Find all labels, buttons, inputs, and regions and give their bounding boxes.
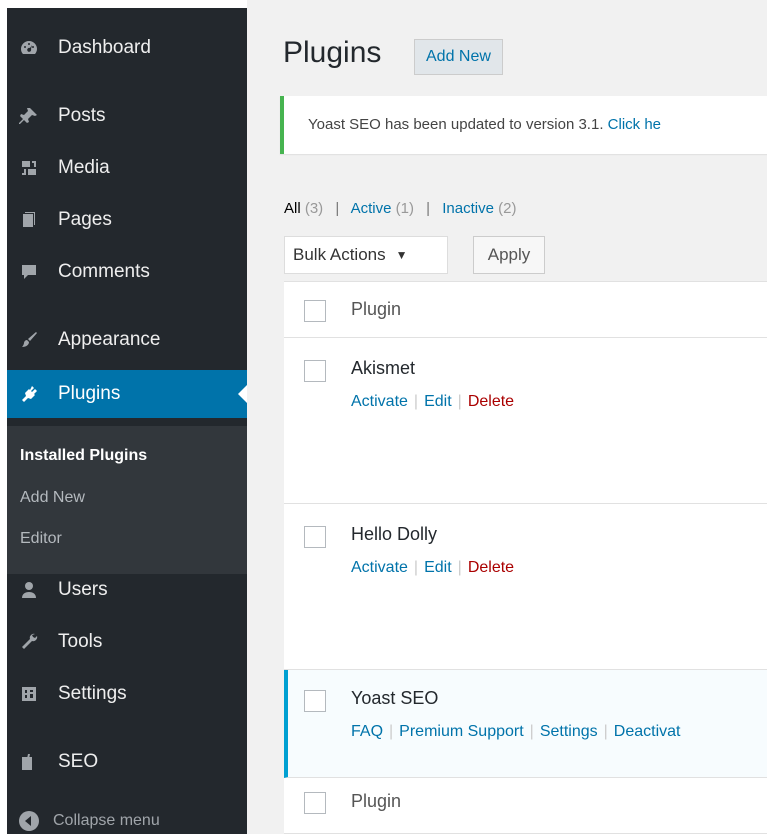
apply-button[interactable]: Apply [473,236,545,274]
menu-item-settings[interactable]: Settings [7,670,247,718]
menu-item-seo[interactable]: SEO [7,738,247,786]
edit-link[interactable]: Edit [424,559,452,576]
faq-link[interactable]: FAQ [351,723,383,740]
notice-link[interactable]: Click he [608,116,661,133]
menu-item-media[interactable]: Media [7,144,247,192]
row-checkbox[interactable] [304,360,326,382]
submenu-installed-plugins[interactable]: Installed Plugins [20,447,147,465]
plugin-row-akismet: Akismet Activate | Edit | Delete [284,338,767,504]
comment-icon [18,261,40,283]
submenu-add-new[interactable]: Add New [20,489,85,507]
table-footer-row: Plugin [284,778,767,834]
menu-item-dashboard[interactable]: Dashboard [7,24,247,72]
view-active[interactable]: Active (1) [351,200,414,217]
column-header-plugin: Plugin [351,299,402,319]
select-all-checkbox[interactable] [304,300,326,322]
page-title: Plugins [283,36,382,69]
dashboard-icon [18,37,40,59]
menu-item-posts[interactable]: Posts [7,92,247,140]
menu-item-appearance[interactable]: Appearance [7,316,247,364]
activate-link[interactable]: Activate [351,559,408,576]
row-checkbox[interactable] [304,690,326,712]
menu-label: Appearance [58,329,161,350]
plug-icon [18,383,40,405]
menu-item-pages[interactable]: Pages [7,196,247,244]
plugin-name: Yoast SEO [351,688,439,708]
separator: | [426,200,431,217]
menu-label: Dashboard [58,37,151,58]
wrench-icon [18,631,40,653]
row-actions: Activate | Edit | Delete [351,559,515,576]
column-footer-plugin: Plugin [351,791,402,811]
main-content: Plugins Add New Yoast SEO has been updat… [247,0,767,835]
table-header-row: Plugin [284,282,767,338]
menu-label: Tools [58,631,103,652]
row-actions: FAQ | Premium Support | Settings | Deactivat [351,723,681,740]
premium-support-link[interactable]: Premium Support [399,723,524,740]
view-inactive[interactable]: Inactive (2) [442,200,516,217]
brush-icon [18,329,40,351]
menu-label: SEO [58,751,99,772]
pages-icon [18,209,40,231]
plugin-row-hello-dolly: Hello Dolly Activate | Edit | Delete [284,504,767,670]
edit-link[interactable]: Edit [424,393,452,410]
menu-item-tools[interactable]: Tools [7,618,247,666]
media-icon [18,157,40,179]
deactivate-link[interactable]: Deactivat [614,723,681,740]
collapse-icon [19,811,39,831]
pin-icon [18,105,40,127]
update-notice: Yoast SEO has been updated to version 3.… [280,96,767,154]
menu-item-plugins[interactable]: Plugins [7,370,248,418]
admin-sidebar: Dashboard Posts Media Pages Comments App… [7,8,248,834]
menu-label: Settings [58,683,127,704]
bulk-actions-select[interactable]: Bulk Actions ▼ [284,236,448,274]
row-checkbox[interactable] [304,526,326,548]
view-all[interactable]: All (3) [284,200,323,217]
delete-link[interactable]: Delete [468,559,514,576]
activate-link[interactable]: Activate [351,393,408,410]
row-actions: Activate | Edit | Delete [351,393,515,410]
yoast-icon [18,751,40,773]
menu-label: Posts [58,105,106,126]
menu-label: Pages [58,209,112,230]
menu-label: Users [58,579,108,600]
notice-text: Yoast SEO has been updated to version 3.… [308,116,604,133]
settings-icon [18,683,40,705]
menu-item-users[interactable]: Users [7,566,247,614]
plugin-views-filter: All (3) | Active (1) | Inactive (2) [284,200,516,217]
plugin-name: Hello Dolly [351,524,438,544]
menu-label: Media [58,157,110,178]
separator: | [335,200,340,217]
menu-item-comments[interactable]: Comments [7,248,247,296]
user-icon [18,579,40,601]
add-new-button[interactable]: Add New [414,39,503,75]
plugins-table: Plugin Akismet Activate | Edit | Delete Hell… [284,281,767,835]
submenu-editor[interactable]: Editor [20,530,62,548]
bulk-actions-value: Bulk Actions [293,245,386,264]
settings-link[interactable]: Settings [540,723,598,740]
plugin-name: Akismet [351,358,416,378]
plugins-submenu: Installed Plugins Add New Editor [7,426,247,574]
dropdown-caret-icon: ▼ [395,248,408,262]
plugin-row-yoast-seo: Yoast SEO FAQ | Premium Support | Settings | D… [284,670,767,778]
collapse-label: Collapse menu [53,812,160,829]
menu-label: Comments [58,261,150,282]
menu-label: Plugins [58,383,121,404]
select-all-checkbox[interactable] [304,792,326,814]
delete-link[interactable]: Delete [468,393,514,410]
